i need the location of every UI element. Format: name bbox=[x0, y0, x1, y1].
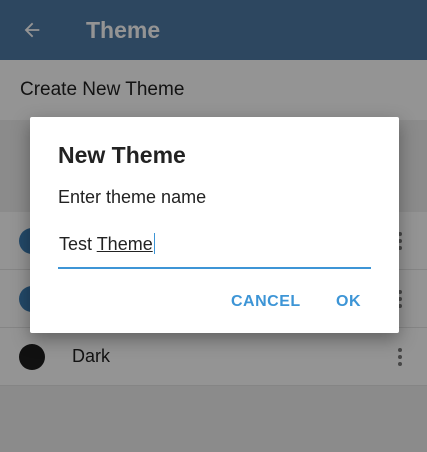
ok-button[interactable]: OK bbox=[328, 285, 369, 319]
input-value-composing: Theme bbox=[96, 234, 153, 254]
dialog-title: New Theme bbox=[58, 142, 186, 168]
input-value-prefix: Test bbox=[59, 234, 97, 254]
text-caret bbox=[153, 233, 155, 254]
cancel-button[interactable]: CANCEL bbox=[223, 285, 309, 319]
theme-name-input[interactable]: Test Theme bbox=[58, 227, 371, 269]
theme-name-input-value: Test Theme bbox=[59, 233, 155, 255]
dialog-message: Enter theme name bbox=[58, 187, 207, 207]
new-theme-dialog: New Theme Enter theme name Test Theme CA… bbox=[30, 117, 399, 333]
